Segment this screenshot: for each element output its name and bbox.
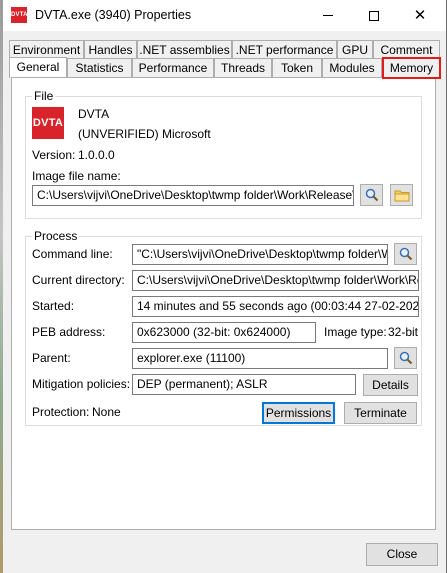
close-icon: ✕ — [413, 7, 427, 24]
maximize-icon — [369, 10, 379, 21]
parent-field[interactable]: explorer.exe (11100) — [132, 348, 388, 369]
process-group-legend: Process — [32, 229, 80, 243]
file-group-legend: File — [32, 89, 56, 103]
maximize-button[interactable] — [351, 0, 397, 31]
general-tab-page: File DVTA DVTA (UNVERIFIED) Microsoft Ve… — [11, 77, 436, 530]
tab-handles[interactable]: Handles — [84, 40, 137, 60]
started-label: Started: — [32, 299, 75, 313]
tab-token[interactable]: Token — [272, 58, 322, 78]
minimize-icon — [323, 15, 333, 16]
open-folder-button[interactable] — [390, 184, 413, 206]
tab-comment[interactable]: Comment — [373, 40, 440, 60]
image-type-value: 32-bit — [388, 325, 419, 339]
tab-net-performance[interactable]: .NET performance — [232, 40, 337, 60]
command-line-label: Command line: — [32, 247, 113, 261]
protection-label: Protection: — [32, 405, 90, 419]
tab-memory[interactable]: Memory — [382, 57, 441, 79]
inspect-image-button[interactable] — [360, 184, 383, 206]
version-value: 1.0.0.0 — [78, 148, 115, 162]
current-directory-field[interactable]: C:\Users\vijvi\OneDrive\Desktop\twmp fol… — [132, 270, 419, 291]
peb-address-label: PEB address: — [32, 325, 106, 339]
file-publisher: (UNVERIFIED) Microsoft — [78, 127, 211, 141]
process-group: Process Command line: "C:\Users\vijvi\On… — [25, 229, 422, 426]
parent-label: Parent: — [32, 351, 71, 365]
window-title: DVTA.exe (3940) Properties — [35, 8, 192, 22]
title-bar[interactable]: DVTA DVTA.exe (3940) Properties ✕ — [3, 0, 446, 31]
tab-net-assemblies[interactable]: .NET assemblies — [137, 40, 232, 60]
command-line-field[interactable]: "C:\Users\vijvi\OneDrive\Desktop\twmp fo… — [132, 244, 388, 265]
current-directory-label: Current directory: — [32, 273, 125, 287]
tab-threads[interactable]: Threads — [214, 58, 272, 78]
tab-gpu[interactable]: GPU — [337, 40, 373, 60]
close-window-button[interactable]: ✕ — [397, 0, 443, 31]
details-button[interactable]: Details — [363, 374, 418, 396]
image-file-path-field[interactable]: C:\Users\vijvi\OneDrive\Desktop\twmp fol… — [32, 185, 354, 206]
mitigation-policies-field[interactable]: DEP (permanent); ASLR — [132, 374, 356, 395]
properties-window: DVTA DVTA.exe (3940) Properties ✕ Enviro… — [3, 0, 447, 573]
close-button[interactable]: Close — [366, 543, 438, 566]
file-group: File DVTA DVTA (UNVERIFIED) Microsoft Ve… — [25, 89, 422, 219]
protection-value: None — [92, 405, 121, 419]
inspect-command-line-button[interactable] — [394, 243, 417, 265]
magnifier-icon — [365, 188, 378, 202]
tab-performance[interactable]: Performance — [132, 58, 214, 78]
mitigation-policies-label: Mitigation policies: — [32, 377, 131, 391]
permissions-button[interactable]: Permissions — [262, 402, 335, 424]
minimize-button[interactable] — [305, 0, 351, 31]
image-type-label: Image type: — [324, 325, 387, 339]
tab-general[interactable]: General — [9, 57, 67, 78]
terminate-button[interactable]: Terminate — [344, 402, 417, 424]
magnifier-icon — [399, 247, 412, 261]
magnifier-icon — [399, 351, 412, 365]
version-label: Version: — [32, 148, 76, 162]
image-file-name-label: Image file name: — [32, 169, 121, 183]
dvta-logo: DVTA — [32, 107, 64, 139]
file-name: DVTA — [78, 107, 110, 121]
tab-statistics[interactable]: Statistics — [67, 58, 132, 78]
folder-icon — [394, 190, 409, 201]
inspect-parent-button[interactable] — [394, 347, 417, 369]
started-field[interactable]: 14 minutes and 55 seconds ago (00:03:44 … — [132, 296, 419, 317]
peb-address-field[interactable]: 0x623000 (32-bit: 0x624000) — [132, 322, 316, 343]
app-icon: DVTA — [11, 7, 28, 23]
tab-modules[interactable]: Modules — [322, 58, 382, 78]
